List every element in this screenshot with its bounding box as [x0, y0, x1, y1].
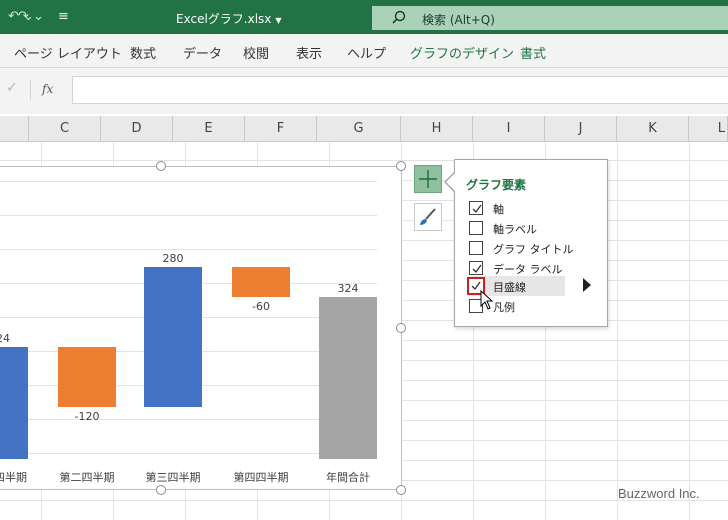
category-label: 第四四半期 — [233, 471, 289, 484]
resize-handle-right[interactable] — [396, 323, 406, 333]
tab-chart-design[interactable]: グラフのデザイン — [410, 43, 514, 62]
column-header-e[interactable]: E — [173, 116, 245, 142]
category-label: 年間合計 — [326, 471, 370, 484]
resize-handle-bottom-right[interactable] — [396, 485, 406, 495]
option-axis-titles[interactable]: 軸ラベル — [469, 218, 565, 238]
chart-bar[interactable] — [0, 347, 28, 459]
document-title[interactable]: Excelグラフ.xlsx ▼ — [176, 10, 282, 27]
chart-bar[interactable] — [58, 347, 116, 407]
resize-handle-top-right[interactable] — [396, 161, 406, 171]
chart-styles-button[interactable] — [414, 203, 442, 231]
tab-review[interactable]: 校閲 — [243, 43, 269, 62]
checkmark-icon — [472, 264, 482, 274]
search-box[interactable]: 検索 (Alt+Q) — [372, 6, 728, 30]
formula-bar: ✓ fx — [0, 68, 728, 114]
column-header-i[interactable]: I — [473, 116, 545, 142]
tab-help[interactable]: ヘルプ — [347, 43, 386, 62]
checkmark-icon — [472, 204, 482, 214]
check-icon[interactable]: ✓ — [6, 80, 18, 96]
tab-page-layout[interactable]: ページ レイアウト — [14, 43, 122, 62]
chart-bar[interactable] — [319, 297, 377, 459]
popup-pointer-fill — [446, 173, 455, 191]
option-label: データ ラベル — [493, 263, 563, 276]
data-label: -120 — [74, 410, 100, 423]
column-header-l[interactable]: L — [689, 116, 728, 142]
title-bar: ↶ ⌄ ↷ ⌄ ≡ Excelグラフ.xlsx ▼ 検索 (Alt+Q) — [0, 0, 728, 34]
resize-handle-top[interactable] — [156, 161, 166, 171]
tab-data[interactable]: データ — [183, 43, 222, 62]
data-labels-checkbox[interactable] — [469, 261, 483, 275]
chart-title-checkbox[interactable] — [469, 241, 483, 255]
submenu-arrow-icon[interactable] — [583, 278, 591, 292]
column-header-d[interactable]: D — [101, 116, 173, 142]
data-label: 324 — [337, 282, 359, 295]
chart-gridline — [0, 181, 377, 182]
resize-handle-bottom[interactable] — [156, 485, 166, 495]
waterfall-chart[interactable]: 24四半期-120第二四半期280第三四半期-60第四四半期324年間合計 — [0, 166, 402, 490]
column-header-c[interactable]: C — [29, 116, 101, 142]
chart-gridline — [0, 215, 377, 216]
axis-titles-checkbox[interactable] — [469, 221, 483, 235]
column-header-row: C D E F G H I J K L — [0, 116, 728, 142]
chart-gridline — [0, 249, 377, 250]
redo-icon[interactable]: ↷ ⌄ — [18, 9, 44, 24]
tab-view[interactable]: 表示 — [296, 43, 322, 62]
insert-function-icon[interactable]: fx — [42, 82, 53, 96]
option-label: 凡例 — [493, 301, 515, 314]
search-icon — [392, 10, 406, 24]
chart-elements-title: グラフ要素 — [466, 178, 527, 192]
chart-bar[interactable] — [144, 267, 202, 407]
category-label: 第三四半期 — [145, 471, 201, 484]
column-header-f[interactable]: F — [245, 116, 317, 142]
tab-formulas[interactable]: 数式 — [130, 43, 156, 62]
formula-divider — [30, 80, 31, 100]
column-header-k[interactable]: K — [617, 116, 689, 142]
formula-input[interactable] — [72, 76, 728, 104]
category-label: 第二四半期 — [59, 471, 115, 484]
option-label: 軸 — [493, 203, 504, 216]
column-header-j[interactable]: J — [545, 116, 617, 142]
customize-qat-icon[interactable]: ≡ — [58, 9, 69, 24]
axes-checkbox[interactable] — [469, 201, 483, 215]
chart-elements-panel: グラフ要素 軸 軸ラベル グラフ タイトル データ ラベル 目盛線 凡例 — [454, 159, 608, 327]
chevron-down-icon: ▼ — [275, 16, 282, 25]
option-label: 目盛線 — [493, 281, 526, 294]
chart-bar[interactable] — [232, 267, 290, 297]
paintbrush-icon — [420, 208, 436, 225]
option-chart-title[interactable]: グラフ タイトル — [469, 238, 574, 258]
search-placeholder: 検索 (Alt+Q) — [422, 13, 495, 27]
option-data-labels[interactable]: データ ラベル — [469, 258, 565, 278]
tab-format[interactable]: 書式 — [520, 43, 546, 62]
mouse-pointer-icon — [480, 290, 494, 310]
column-header-g[interactable]: G — [317, 116, 401, 142]
column-header-h[interactable]: H — [401, 116, 473, 142]
option-axes[interactable]: 軸 — [469, 198, 565, 218]
data-label: 24 — [0, 332, 10, 345]
data-label: 280 — [162, 252, 184, 265]
data-label: -60 — [252, 300, 270, 313]
document-title-text: Excelグラフ.xlsx — [176, 12, 272, 26]
column-header-partial[interactable] — [0, 116, 29, 142]
ribbon-tabs: ページ レイアウト 数式 データ 校閲 表示 ヘルプ グラフのデザイン 書式 — [0, 34, 728, 68]
watermark: Buzzword Inc. — [618, 486, 700, 501]
plus-icon — [419, 170, 437, 188]
chart-elements-button[interactable] — [414, 165, 442, 193]
option-label: グラフ タイトル — [493, 243, 574, 256]
option-label: 軸ラベル — [493, 223, 537, 236]
